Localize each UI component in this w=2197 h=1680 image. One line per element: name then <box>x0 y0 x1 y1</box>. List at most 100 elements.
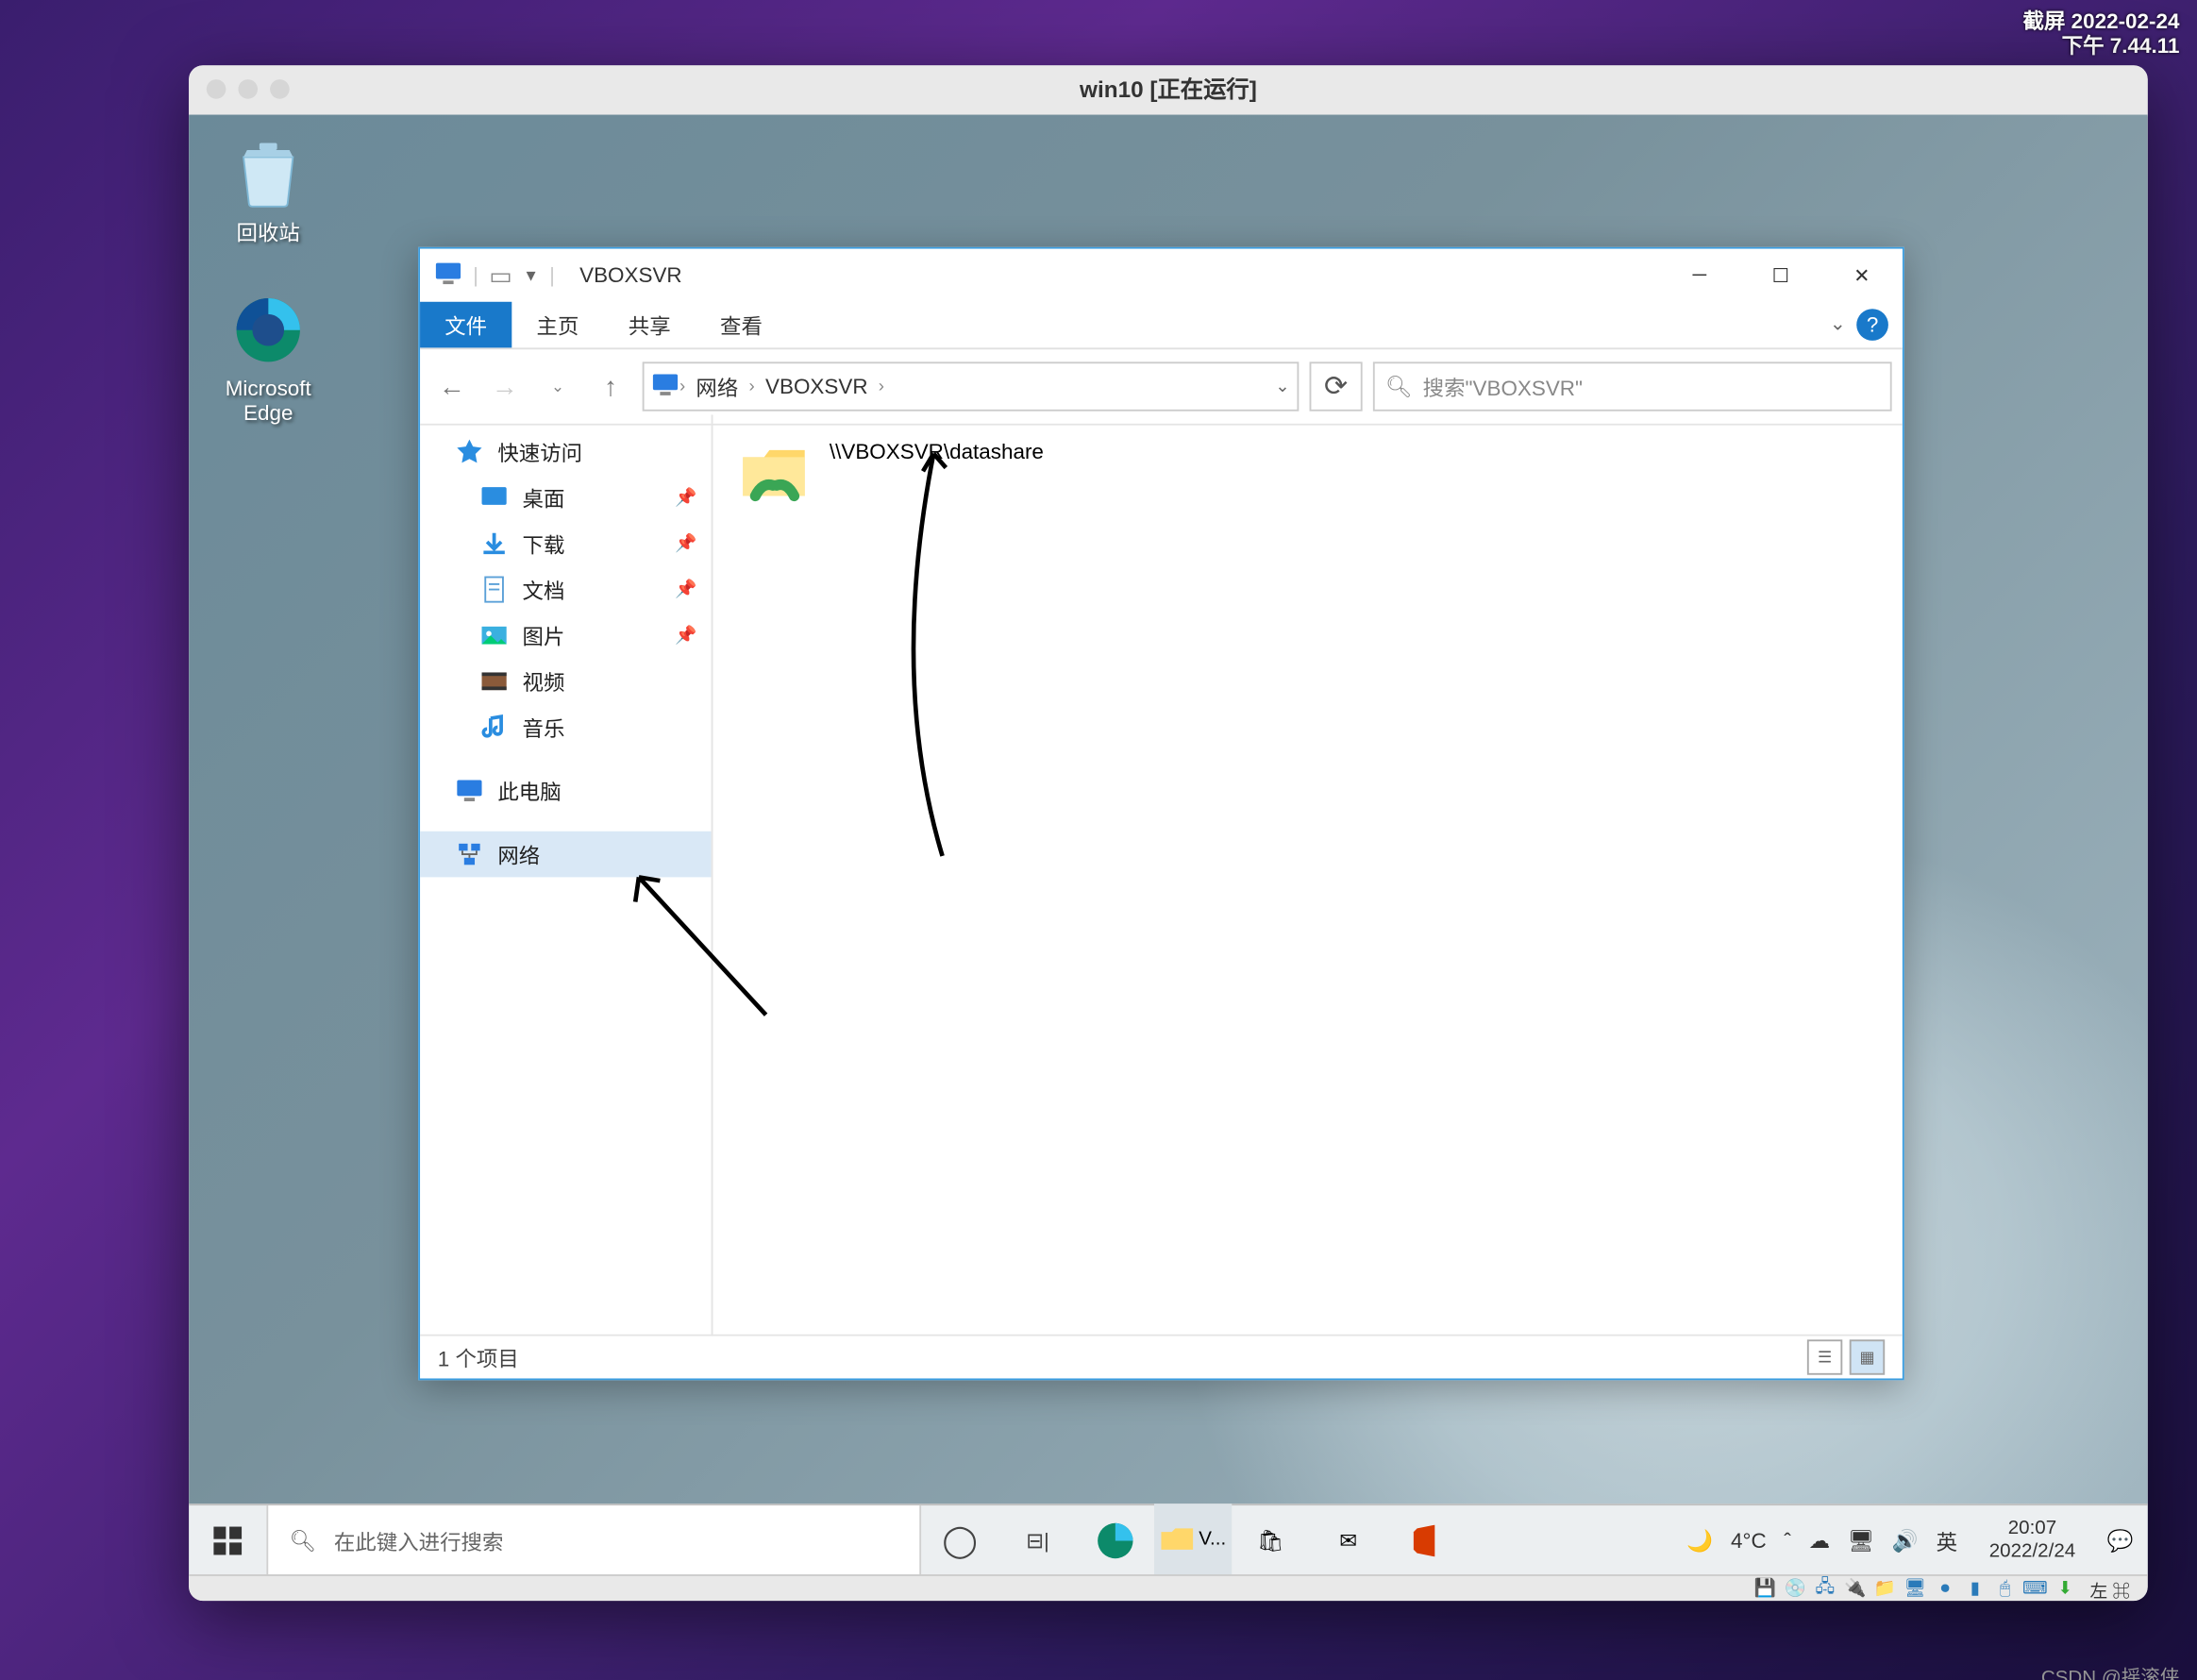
close-button[interactable]: ✕ <box>1821 249 1903 302</box>
view-details-button[interactable]: ☰ <box>1807 1339 1842 1374</box>
view-icons-button[interactable]: ▦ <box>1850 1339 1885 1374</box>
nav-network[interactable]: 网络 <box>420 832 712 878</box>
desktop-recycle-bin[interactable]: 回收站 <box>207 132 330 247</box>
ribbon-expand-icon[interactable]: ⌄ <box>1830 312 1846 335</box>
onedrive-icon[interactable]: ☁ <box>1809 1528 1830 1553</box>
refresh-button[interactable]: ⟳ <box>1310 361 1363 411</box>
pc-icon <box>455 777 483 805</box>
explorer-titlebar[interactable]: | ▭ ▼ | VBOXSVR ─ ☐ ✕ <box>420 249 1903 302</box>
system-tray[interactable]: 🌙 4°C ˆ ☁ 🖥 🔊 英 20:072022/2/24 💬 <box>1672 1518 2147 1564</box>
search-icon: 🔍︎ <box>290 1528 316 1553</box>
vbox-title-text: win10 [正在运行] <box>1080 76 1257 102</box>
nav-downloads[interactable]: 下载📌 <box>420 521 712 567</box>
vbox-hdd-icon[interactable]: 💾 <box>1753 1578 1777 1599</box>
tab-file[interactable]: 文件 <box>420 302 512 348</box>
search-icon: 🔍︎ <box>1385 374 1412 398</box>
tab-view[interactable]: 查看 <box>696 302 787 348</box>
nav-recent-icon[interactable]: ⌄ <box>536 365 579 408</box>
network-icon[interactable]: 🖥 <box>1848 1528 1874 1553</box>
shared-folder-item[interactable]: \\VBOXSVR\datashare <box>738 436 1878 511</box>
recycle-bin-icon <box>229 132 307 210</box>
vbox-mouse-icon[interactable]: 🖱 <box>1993 1578 2018 1599</box>
nav-desktop[interactable]: 桌面📌 <box>420 475 712 521</box>
address-dropdown-icon[interactable]: ⌄ <box>1275 377 1290 396</box>
weather-temp: 4°C <box>1731 1528 1767 1553</box>
mail-icon: ✉ <box>1339 1528 1357 1553</box>
document-icon <box>480 576 509 604</box>
pin-icon[interactable]: 📌 <box>675 580 696 599</box>
network-folder-icon <box>738 436 813 511</box>
tray-chevron-icon[interactable]: ˆ <box>1784 1528 1790 1553</box>
taskbar-mail[interactable]: ✉ <box>1310 1505 1387 1576</box>
tab-share[interactable]: 共享 <box>604 302 696 348</box>
vbox-kbd-icon[interactable]: ⌨ <box>2022 1578 2047 1599</box>
taskbar-clock[interactable]: 20:072022/2/24 <box>1975 1518 2089 1564</box>
ribbon-tabs: 文件 主页 共享 查看 ⌄ ? <box>420 302 1903 349</box>
csdn-watermark: CSDN @摇滚侠 <box>2041 1663 2180 1680</box>
vbox-arrow-icon[interactable]: ⬇ <box>2053 1578 2077 1599</box>
taskbar-edge[interactable] <box>1077 1505 1154 1576</box>
vbox-cpu-icon[interactable]: ▮ <box>1963 1578 1987 1599</box>
windows-icon <box>213 1527 242 1555</box>
pictures-icon <box>480 621 509 649</box>
vbox-hostkey: 左 ⌘ <box>2083 1578 2138 1599</box>
nav-documents[interactable]: 文档📌 <box>420 566 712 613</box>
address-bar[interactable]: › 网络 › VBOXSVR › ⌄ <box>643 361 1300 411</box>
cortana-button[interactable]: ⊟| <box>998 1505 1076 1576</box>
taskbar-office[interactable] <box>1387 1505 1465 1576</box>
breadcrumb-network[interactable]: 网络 <box>685 372 748 402</box>
video-icon <box>480 667 509 696</box>
qat-dropdown-icon[interactable]: ▼ <box>523 266 539 284</box>
nav-this-pc[interactable]: 此电脑 <box>420 767 712 814</box>
breadcrumb-vboxsvr[interactable]: VBOXSVR <box>755 374 879 398</box>
shared-folder-label: \\VBOXSVR\datashare <box>830 436 1044 464</box>
file-explorer-window: | ▭ ▼ | VBOXSVR ─ ☐ ✕ 文件 主页 共享 <box>418 247 1904 1381</box>
nav-up-button[interactable]: ↑ <box>590 365 632 408</box>
pin-icon[interactable]: 📌 <box>675 534 696 554</box>
ime-indicator[interactable]: 英 <box>1937 1526 1957 1556</box>
download-icon <box>480 529 509 558</box>
vbox-titlebar[interactable]: win10 [正在运行] <box>189 65 2148 116</box>
task-view-button[interactable]: ◯ <box>921 1505 998 1576</box>
nav-videos[interactable]: 视频 <box>420 659 712 705</box>
vbox-cd-icon[interactable]: 💿 <box>1783 1578 1807 1599</box>
action-center-icon[interactable]: 💬 <box>2107 1528 2134 1553</box>
search-box[interactable]: 🔍︎ 搜索"VBOXSVR" <box>1373 361 1892 411</box>
vbox-status-bar: 💾 💿 🖧 🔌 📁 🖥 ⏺ ▮ 🖱 ⌨ ⬇ 左 ⌘ <box>189 1574 2148 1601</box>
explorer-title: VBOXSVR <box>569 263 1659 288</box>
explorer-status-bar: 1 个项目 ☰ ▦ <box>420 1335 1903 1379</box>
nav-music[interactable]: 音乐 <box>420 704 712 750</box>
edge-icon <box>1096 1521 1134 1560</box>
minimize-button[interactable]: ─ <box>1659 249 1740 302</box>
vbox-net-icon[interactable]: 🖧 <box>1813 1578 1837 1599</box>
content-pane[interactable]: \\VBOXSVR\datashare <box>713 414 1902 1336</box>
tab-home[interactable]: 主页 <box>512 302 603 348</box>
vbox-display-icon[interactable]: 🖥 <box>1903 1578 1927 1599</box>
pin-icon[interactable]: 📌 <box>675 626 696 646</box>
mac-screenshot-label: 截屏 2022-02-24 下午 7.44.11 <box>2023 8 2180 58</box>
guest-desktop[interactable]: 回收站 Microsoft Edge | ▭ ▼ | <box>189 115 2148 1576</box>
taskbar-explorer[interactable]: V... <box>1154 1504 1232 1576</box>
pin-icon[interactable]: 📌 <box>675 488 696 508</box>
taskbar-store[interactable]: 🛍 <box>1232 1505 1309 1576</box>
navigation-pane[interactable]: 快速访问 桌面📌 下载📌 文档📌 <box>420 414 713 1336</box>
mac-traffic-lights[interactable] <box>207 79 290 99</box>
nav-quick-access[interactable]: 快速访问 <box>420 428 712 475</box>
nav-back-button[interactable]: ← <box>430 365 473 408</box>
help-icon[interactable]: ? <box>1856 309 1888 341</box>
vbox-rec-icon[interactable]: ⏺ <box>1933 1578 1957 1599</box>
volume-icon[interactable]: 🔊 <box>1892 1528 1919 1553</box>
maximize-button[interactable]: ☐ <box>1740 249 1821 302</box>
star-icon <box>455 438 483 466</box>
nav-forward-button[interactable]: → <box>483 365 526 408</box>
vbox-usb-icon[interactable]: 🔌 <box>1843 1578 1868 1599</box>
desktop-edge[interactable]: Microsoft Edge <box>207 292 330 426</box>
nav-pictures[interactable]: 图片📌 <box>420 613 712 659</box>
folder-icon <box>1160 1525 1195 1554</box>
properties-icon[interactable]: ▭ <box>489 260 512 291</box>
windows-taskbar: 🔍︎ 在此键入进行搜索 ◯ ⊟| V... 🛍 ✉ 🌙 4°C ˆ <box>189 1504 2148 1576</box>
vbox-share-icon[interactable]: 📁 <box>1872 1578 1897 1599</box>
status-item-count: 1 个项目 <box>438 1342 519 1372</box>
start-button[interactable] <box>189 1505 266 1576</box>
taskbar-search[interactable]: 🔍︎ 在此键入进行搜索 <box>266 1505 921 1576</box>
